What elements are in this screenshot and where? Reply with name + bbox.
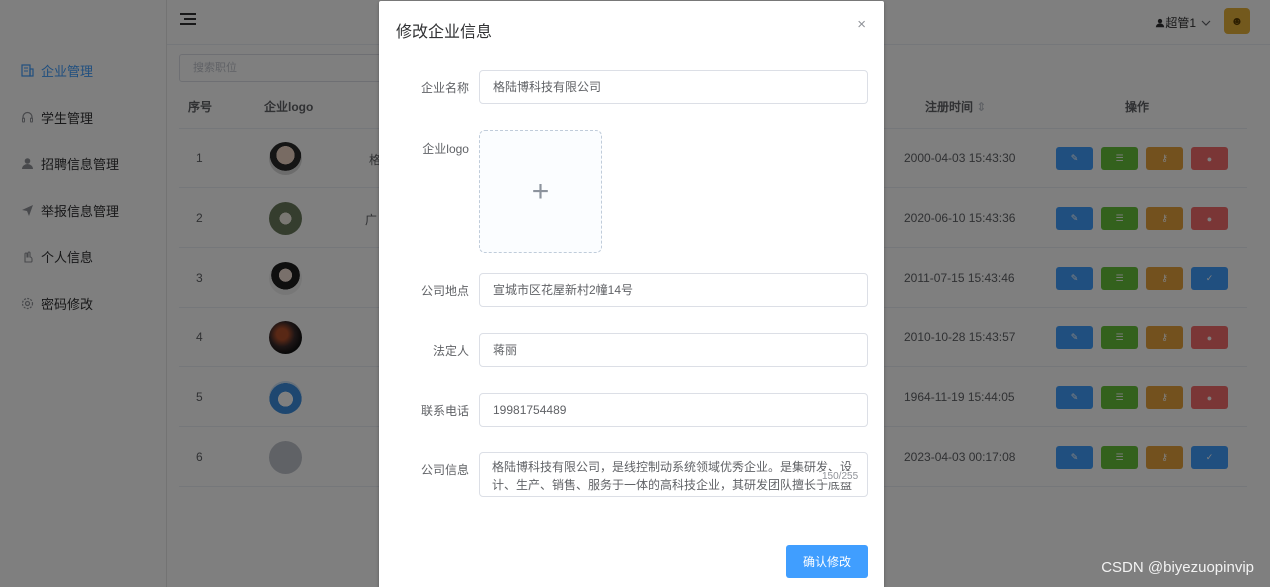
company-name-label: 企业名称 <box>420 81 469 95</box>
address-input[interactable]: 宣城市区花屋新村2幢14号 <box>479 273 868 307</box>
phone-input[interactable]: 19981754489 <box>479 393 868 427</box>
legal-person-input[interactable]: 蒋丽 <box>479 333 868 367</box>
close-icon[interactable]: × <box>857 16 866 33</box>
edit-company-dialog: 修改企业信息 × 企业名称 格陆博科技有限公司 企业logo + 公司地点 宣城… <box>379 1 884 587</box>
company-info-textarea[interactable]: 格陆博科技有限公司，是线控制动系统领域优秀企业。是集研发、设计、生产、销售、服务… <box>479 452 868 497</box>
watermark: CSDN @biyezuopinvip <box>1101 559 1254 576</box>
company-info-label: 公司信息 <box>420 463 469 477</box>
address-label: 公司地点 <box>420 284 469 298</box>
plus-icon: + <box>531 174 550 208</box>
phone-label: 联系电话 <box>420 404 469 418</box>
company-name-input[interactable]: 格陆博科技有限公司 <box>479 70 868 104</box>
company-logo-label: 企业logo <box>422 142 469 156</box>
char-counter: 150/255 <box>822 471 859 482</box>
legal-person-label: 法定人 <box>432 344 469 358</box>
logo-uploader[interactable]: + <box>479 130 602 253</box>
confirm-edit-button[interactable]: 确认修改 <box>786 545 868 578</box>
dialog-title: 修改企业信息 <box>396 24 493 41</box>
